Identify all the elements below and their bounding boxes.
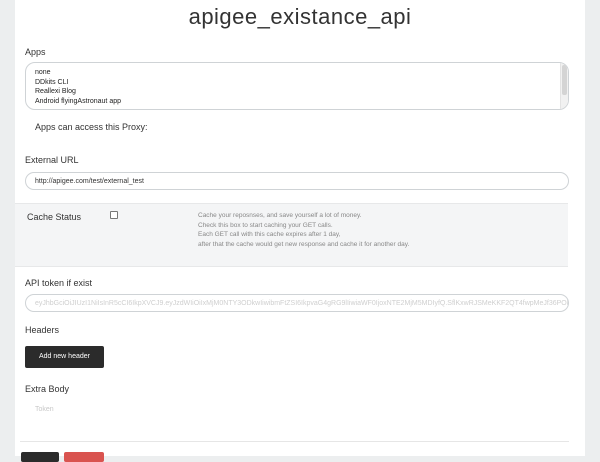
apps-scrollbar[interactable] bbox=[560, 63, 568, 109]
cache-description-line: Each GET call with this cache expires af… bbox=[198, 231, 341, 238]
apps-options-list: none DDkits CLI Reallexi Blog Android fl… bbox=[35, 68, 121, 106]
cache-description-line: after that the cache would get new respo… bbox=[198, 240, 410, 248]
cache-status-label: Cache Status bbox=[27, 212, 82, 222]
page-title: apigee_existance_api bbox=[188, 4, 412, 29]
form-panel: apigee_existance_api Apps none DDkits CL… bbox=[15, 0, 585, 462]
apps-option[interactable]: DDkits CLI bbox=[35, 78, 121, 88]
headers-label: Headers bbox=[25, 325, 60, 335]
extra-body-input[interactable]: Token bbox=[35, 406, 54, 413]
apps-option[interactable]: none bbox=[35, 68, 121, 78]
apps-label: Apps bbox=[25, 47, 46, 57]
apps-multiselect[interactable]: none DDkits CLI Reallexi Blog Android fl… bbox=[25, 62, 569, 110]
cache-status-checkbox[interactable] bbox=[110, 211, 118, 219]
cache-section: Cache Status Cache your reposnses, and s… bbox=[15, 203, 568, 267]
submit-button[interactable] bbox=[21, 452, 59, 462]
cache-description-line: Cache your reposnses, and save yourself … bbox=[198, 212, 362, 219]
add-new-header-button[interactable]: Add new header bbox=[25, 346, 104, 368]
api-token-label: API token if exist bbox=[25, 278, 93, 288]
apps-scrollbar-thumb[interactable] bbox=[562, 65, 567, 95]
api-token-input[interactable]: eyJhbGciOiJIUzI1NiIsInR5cCI6IkpXVCJ9.eyJ… bbox=[25, 294, 569, 312]
delete-button[interactable] bbox=[64, 452, 104, 462]
cache-description-line: Check this box to start caching your GET… bbox=[198, 221, 333, 229]
external-url-input[interactable]: http://apigee.com/test/external_test bbox=[25, 172, 569, 190]
apps-option[interactable]: Reallexi Blog bbox=[35, 87, 121, 97]
apps-option[interactable]: Android flyingAstronaut app bbox=[35, 97, 121, 107]
cache-description: Cache your reposnses, and save yourself … bbox=[198, 211, 409, 249]
divider bbox=[20, 441, 569, 442]
external-url-label: External URL bbox=[25, 155, 79, 165]
extra-body-label: Extra Body bbox=[25, 384, 70, 394]
apps-access-text: Apps can access this Proxy: bbox=[35, 122, 148, 132]
